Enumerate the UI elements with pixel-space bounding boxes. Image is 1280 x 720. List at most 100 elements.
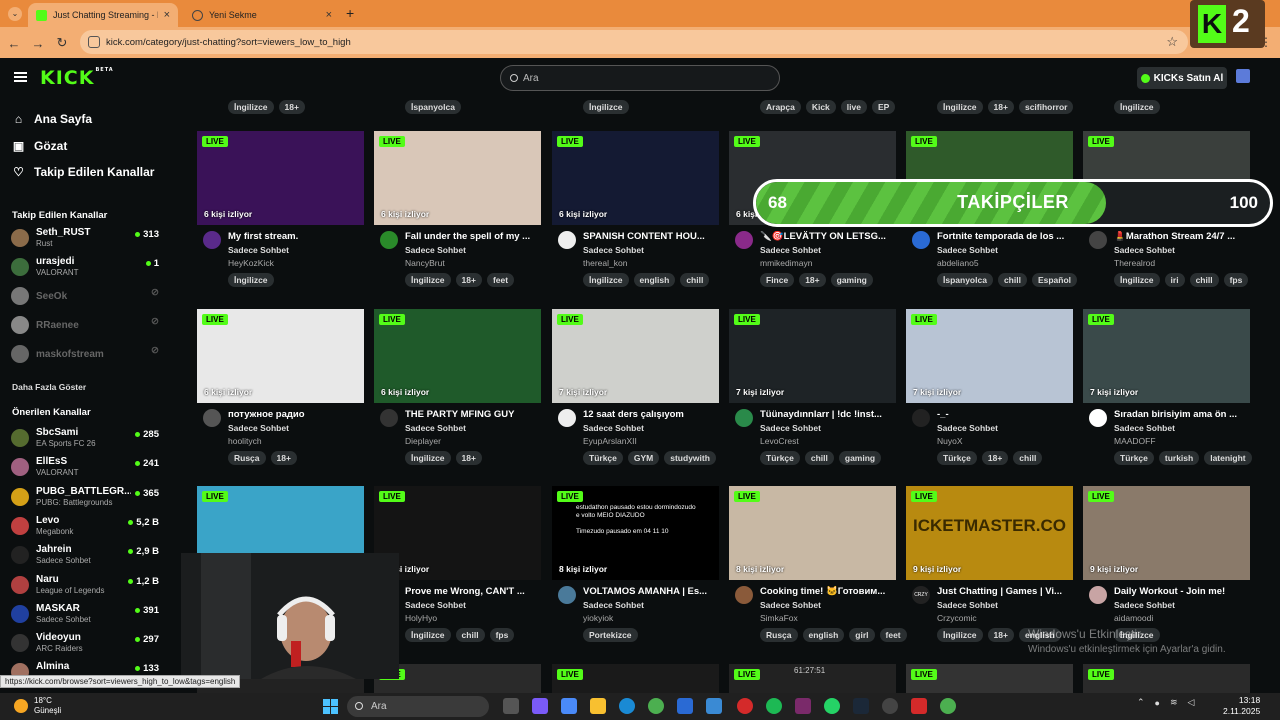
tag-chip[interactable]: chill bbox=[455, 628, 485, 642]
tag-chip[interactable]: feet bbox=[879, 628, 907, 642]
tab-kick[interactable]: Just Chatting Streaming - Live S × bbox=[28, 3, 178, 27]
stream-card[interactable]: LIVE 6 kişi izliyor THE PARTY MFING GUY Sad… bbox=[374, 309, 541, 469]
nav-home[interactable]: ⌂ Ana Sayfa bbox=[12, 112, 92, 126]
stream-card[interactable]: LIVE 8 kişi izliyor Prove me Wrong, CAN'T … bbox=[374, 486, 541, 646]
stream-card[interactable]: LIVE 6 kişi izliyor потужное радио Sadece S… bbox=[197, 309, 364, 469]
channel-avatar[interactable] bbox=[735, 409, 753, 427]
close-tab-icon[interactable]: × bbox=[164, 9, 170, 21]
stream-title[interactable]: 🔪🎯LEVÄTTY ON LETSG... bbox=[760, 231, 894, 242]
stream-thumbnail[interactable]: LIVE 6 kişi izliyor bbox=[552, 131, 719, 225]
microphone-icon[interactable]: ● bbox=[1155, 698, 1160, 708]
nav-browse[interactable]: ▣ Gözat bbox=[12, 139, 68, 153]
tag-chip[interactable]: girl bbox=[849, 628, 875, 642]
url-field[interactable]: kick.com/category/just-chatting?sort=vie… bbox=[80, 30, 1188, 54]
stream-thumbnail[interactable]: LIVE bbox=[1083, 664, 1250, 693]
channel-name[interactable]: HolyHyo bbox=[405, 613, 437, 623]
show-hidden-icons[interactable]: ⌃ bbox=[1137, 697, 1145, 708]
stream-card[interactable]: LIVE 9 kişi izliyor Daily Workout - Join m… bbox=[1083, 486, 1250, 646]
search-input[interactable]: Ara bbox=[500, 65, 780, 91]
tag-chip[interactable]: Rusça bbox=[760, 628, 798, 642]
tag-chip[interactable]: Türkçe bbox=[937, 451, 977, 465]
site-info-icon[interactable] bbox=[88, 36, 100, 48]
channel-avatar[interactable] bbox=[203, 409, 221, 427]
stream-thumbnail[interactable]: estudathon pausado estou dormindozudo e … bbox=[552, 486, 719, 580]
stream-thumbnail[interactable]: LIVE 6 kişi izliyor bbox=[197, 131, 364, 225]
channel-avatar[interactable] bbox=[380, 231, 398, 249]
tag-chip[interactable]: İngilizce bbox=[228, 273, 274, 287]
tag-chip[interactable]: İngilizce bbox=[405, 628, 451, 642]
taskbar-search[interactable]: Ara bbox=[347, 696, 489, 717]
tag-chip[interactable]: İngilizce bbox=[1114, 273, 1160, 287]
stream-category[interactable]: Sadece Sohbet bbox=[583, 423, 644, 433]
steam-icon[interactable] bbox=[853, 698, 869, 714]
volume-icon[interactable]: ◁ bbox=[1188, 697, 1195, 708]
followed-channel[interactable]: Seth_RUST Rust 313 bbox=[11, 225, 161, 251]
stream-category[interactable]: Sadece Sohbet bbox=[583, 600, 644, 610]
stream-thumbnail[interactable]: LIVE bbox=[374, 664, 541, 693]
obs-icon[interactable] bbox=[882, 698, 898, 714]
tag-chip[interactable]: Arapça bbox=[760, 100, 801, 114]
whatsapp-icon[interactable] bbox=[824, 698, 840, 714]
channel-name[interactable]: LevoCrest bbox=[760, 436, 799, 446]
channel-avatar[interactable] bbox=[1089, 409, 1107, 427]
stream-category[interactable]: Sadece Sohbet bbox=[228, 423, 289, 433]
tag-chip[interactable]: İngilizce bbox=[1114, 100, 1160, 114]
store-icon[interactable] bbox=[677, 698, 693, 714]
tab-new[interactable]: Yeni Sekme × bbox=[184, 3, 340, 27]
stream-thumbnail[interactable]: LIVE 7 kişi izliyor bbox=[1083, 309, 1250, 403]
tag-chip[interactable]: gaming bbox=[838, 451, 882, 465]
tag-chip[interactable]: GYM bbox=[627, 451, 660, 465]
tag-chip[interactable]: EP bbox=[871, 100, 896, 114]
tag-chip[interactable]: fps bbox=[489, 628, 515, 642]
tag-chip[interactable]: Fince bbox=[760, 273, 795, 287]
premiere-icon[interactable] bbox=[795, 698, 811, 714]
tag-chip[interactable]: latenight bbox=[1204, 451, 1252, 465]
recommended-channel[interactable]: Naru League of Legends 1,2 B bbox=[11, 572, 161, 598]
stream-title[interactable]: 12 saat ders çalışıyom bbox=[583, 409, 717, 420]
channel-name[interactable]: Therealrod bbox=[1114, 258, 1155, 268]
tag-chip[interactable]: İngilizce bbox=[583, 100, 629, 114]
stream-thumbnail[interactable]: LIVE 61:27:51 bbox=[729, 664, 896, 693]
stream-thumbnail[interactable]: LIVE 9 kişi izliyor bbox=[1083, 486, 1250, 580]
tag-chip[interactable]: İngilizce bbox=[228, 100, 274, 114]
tag-chip[interactable]: 18+ bbox=[987, 628, 1014, 642]
forward-button[interactable]: → bbox=[28, 33, 48, 53]
tab-search-icon[interactable]: ⌄ bbox=[8, 7, 22, 21]
tag-chip[interactable]: Portekizce bbox=[583, 628, 638, 642]
tag-chip[interactable]: Türkçe bbox=[583, 451, 623, 465]
stream-card[interactable]: LIVE 7 kişi izliyor Tüünaydınnlarr | !dc !… bbox=[729, 309, 896, 469]
channel-name[interactable]: thereal_kon bbox=[583, 258, 627, 268]
tag-chip[interactable]: fps bbox=[1223, 273, 1249, 287]
tag-chip[interactable]: scifihorror bbox=[1018, 100, 1074, 114]
tag-chip[interactable]: english bbox=[633, 273, 676, 287]
channel-avatar[interactable] bbox=[1089, 231, 1107, 249]
tag-chip[interactable]: Kick bbox=[805, 100, 836, 114]
tag-chip[interactable]: chill bbox=[1013, 451, 1043, 465]
user-avatar[interactable] bbox=[1236, 69, 1250, 83]
stream-category[interactable]: Sadece Sohbet bbox=[760, 600, 821, 610]
recommended-channel[interactable]: Videoyun ARC Raiders 297 bbox=[11, 630, 161, 656]
stream-thumbnail[interactable]: LIVE 7 kişi izliyor bbox=[552, 309, 719, 403]
stream-title[interactable]: Fortnite temporada de los ... bbox=[937, 231, 1071, 242]
stream-title[interactable]: Sıradan birisiyim ama ön ... bbox=[1114, 409, 1248, 420]
tag-chip[interactable]: chill bbox=[680, 273, 710, 287]
stream-category[interactable]: Sadece Sohbet bbox=[1114, 245, 1175, 255]
followed-channel[interactable]: SeeOk ⊘ bbox=[11, 283, 161, 309]
channel-name[interactable]: SimkaFox bbox=[760, 613, 798, 623]
kick-logo[interactable]: KICKBETA bbox=[40, 67, 114, 89]
stream-title[interactable]: Daily Workout - Join me! bbox=[1114, 586, 1248, 597]
channel-name[interactable]: HeyKozKick bbox=[228, 258, 274, 268]
recommended-channel[interactable]: PUBG_BATTLEGR... PUBG: Battlegrounds 365 bbox=[11, 484, 161, 510]
channel-avatar[interactable] bbox=[735, 586, 753, 604]
stream-title[interactable]: Just Chatting | Games | Vi... bbox=[937, 586, 1071, 597]
tag-chip[interactable]: iri bbox=[1164, 273, 1185, 287]
channel-avatar[interactable] bbox=[1089, 586, 1107, 604]
channel-avatar[interactable] bbox=[558, 409, 576, 427]
tag-chip[interactable]: İngilizce bbox=[405, 273, 451, 287]
stream-thumbnail[interactable]: LIVE 6 kişi izliyor bbox=[197, 309, 364, 403]
recommended-channel[interactable]: EllEsS VALORANT 241 bbox=[11, 454, 161, 480]
stream-category[interactable]: Sadece Sohbet bbox=[405, 423, 466, 433]
channel-avatar[interactable] bbox=[558, 586, 576, 604]
tag-chip[interactable]: Español bbox=[1031, 273, 1078, 287]
stream-thumbnail[interactable]: LIVE bbox=[906, 664, 1073, 693]
